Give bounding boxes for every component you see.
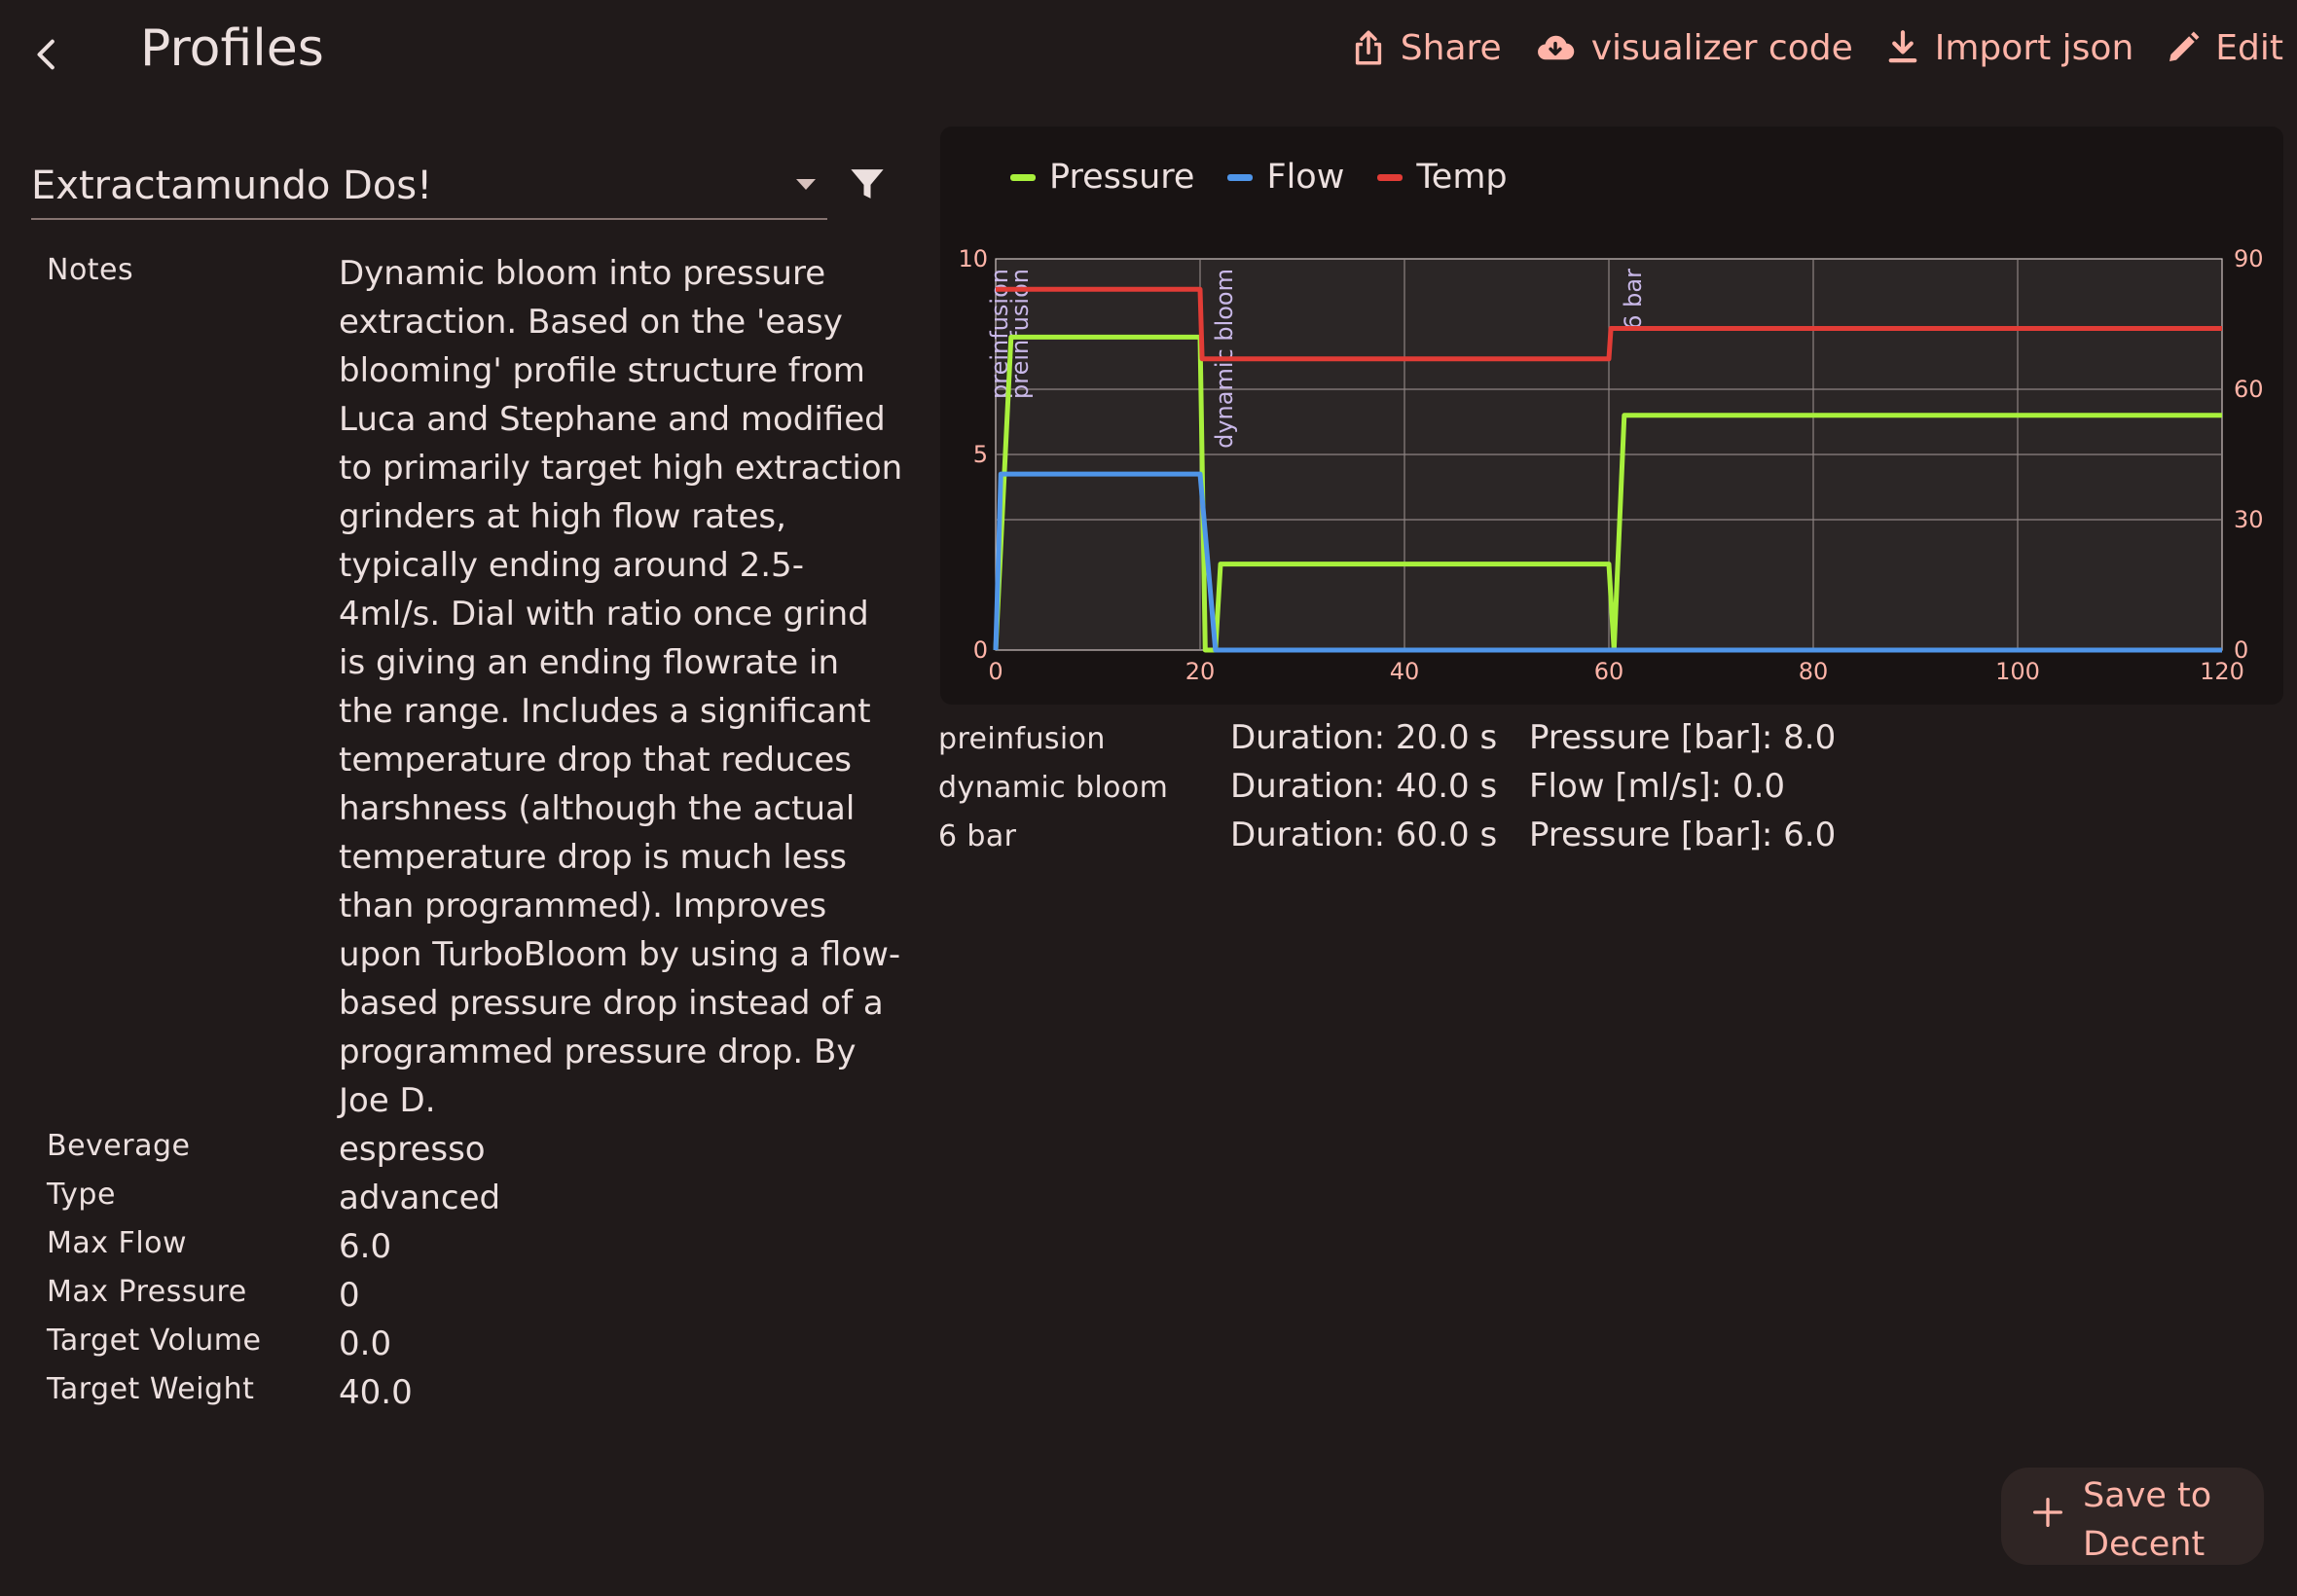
detail-row: Target Volume 0.0 — [47, 1320, 903, 1368]
dropdown-arrow-icon — [796, 179, 816, 190]
x-tick-label: 20 — [1185, 658, 1216, 685]
step-target: Pressure [bar]: 6.0 — [1529, 816, 1837, 854]
x-tick-label: 0 — [988, 658, 1003, 685]
detail-label: Beverage — [47, 1129, 191, 1163]
arrow-back-icon — [37, 39, 55, 70]
detail-label: Max Pressure — [47, 1275, 247, 1309]
visualizer-code-button[interactable]: visualizer code — [1531, 27, 1853, 68]
x-tick-label: 80 — [1799, 658, 1829, 685]
download-icon — [1888, 30, 1917, 63]
detail-value: 0 — [339, 1276, 360, 1315]
notes-value: Dynamic bloom into pressure extraction. … — [339, 254, 903, 1120]
y-right-tick-label: 60 — [2234, 376, 2264, 403]
share-button[interactable]: Share — [1348, 27, 1502, 68]
plus-icon — [2033, 1498, 2062, 1527]
pencil-icon — [2169, 31, 2200, 61]
step-row: dynamic bloom Duration: 40.0 s Flow [ml/… — [938, 767, 2009, 816]
legend-label: Pressure — [1049, 158, 1195, 197]
y-right-tick-label: 0 — [2234, 636, 2248, 664]
share-label: Share — [1400, 27, 1502, 68]
chart-canvas: 0 20 40 60 80 100 12003060900510preinfusionpre… — [958, 245, 2264, 685]
legend-item-pressure: Pressure — [1010, 158, 1194, 197]
back-button[interactable] — [21, 29, 72, 80]
profile-chart: 0 20 40 60 80 100 120 0 30 60 90 0 5 10 preinfusion pre… — [940, 127, 2283, 705]
notes-row: Notes Dynamic bloom into pressure extrac… — [47, 249, 903, 1125]
edit-label: Edit — [2215, 27, 2283, 68]
detail-label: Target Weight — [47, 1372, 255, 1406]
detail-value: espresso — [339, 1130, 486, 1169]
detail-label: Type — [47, 1178, 116, 1212]
y-right-tick-label: 90 — [2234, 245, 2264, 272]
legend-item-flow: Flow — [1227, 158, 1344, 197]
y-left-tick-label: 10 — [958, 245, 988, 272]
filter-icon — [851, 169, 884, 199]
legend-label: Flow — [1266, 158, 1345, 197]
notes-label: Notes — [47, 253, 134, 287]
x-tick-label: 60 — [1594, 658, 1624, 685]
legend-item-temp: Temp — [1377, 158, 1508, 197]
step-target: Pressure [bar]: 8.0 — [1529, 718, 1837, 757]
save-to-decent-button[interactable]: Save to Decent — [2001, 1468, 2264, 1565]
detail-row: Beverage espresso — [47, 1125, 903, 1174]
filter-button[interactable] — [847, 163, 888, 204]
y-left-tick-label: 5 — [973, 441, 988, 468]
x-tick-label: 100 — [1995, 658, 2040, 685]
x-tick-label: 40 — [1390, 658, 1420, 685]
top-app-bar: Profiles Share visualizer code Import js… — [0, 0, 2297, 112]
toolbar-actions: Share visualizer code Import json Edit — [1348, 27, 2283, 68]
profile-dropdown[interactable]: Extractamundo Dos! — [31, 156, 827, 220]
step-target: Flow [ml/s]: 0.0 — [1529, 767, 1786, 806]
detail-row: Max Flow 6.0 — [47, 1222, 903, 1271]
legend-swatch — [1377, 173, 1404, 181]
edit-button[interactable]: Edit — [2163, 27, 2283, 68]
legend-label: Temp — [1416, 158, 1508, 197]
profile-details: Notes Dynamic bloom into pressure extrac… — [47, 249, 903, 1417]
page-title: Profiles — [140, 19, 324, 78]
legend-swatch — [1010, 173, 1036, 181]
import-json-label: Import json — [1934, 27, 2134, 68]
visualizer-code-label: visualizer code — [1590, 27, 1853, 68]
profile-dropdown-value: Extractamundo Dos! — [31, 163, 433, 208]
step-annotation: 6 bar — [1620, 269, 1647, 330]
step-row: preinfusion Duration: 20.0 s Pressure [b… — [938, 718, 2009, 767]
step-duration: Duration: 20.0 s — [1230, 718, 1498, 757]
legend-swatch — [1227, 173, 1254, 181]
step-duration: Duration: 40.0 s — [1230, 767, 1498, 806]
detail-row: Max Pressure 0 — [47, 1271, 903, 1320]
detail-value: 6.0 — [339, 1227, 392, 1266]
step-name: 6 bar — [938, 819, 1017, 853]
detail-value: 40.0 — [339, 1373, 413, 1412]
detail-value: 0.0 — [339, 1324, 392, 1363]
chart-legend: Pressure Flow Temp — [1010, 158, 1508, 197]
cloud-download-icon — [1537, 35, 1574, 60]
step-duration: Duration: 60.0 s — [1230, 816, 1498, 854]
share-icon — [1355, 30, 1381, 65]
y-right-tick-label: 30 — [2234, 506, 2264, 533]
step-name: preinfusion — [938, 722, 1106, 756]
import-json-button[interactable]: Import json — [1882, 27, 2134, 68]
step-row: 6 bar Duration: 60.0 s Pressure [bar]: 6… — [938, 816, 2009, 864]
detail-label: Max Flow — [47, 1226, 188, 1260]
save-to-decent-label: Save to Decent — [2083, 1476, 2212, 1564]
detail-label: Target Volume — [47, 1324, 262, 1358]
detail-row: Target Weight 40.0 — [47, 1368, 903, 1417]
step-name: dynamic bloom — [938, 771, 1169, 805]
y-left-tick-label: 0 — [973, 636, 988, 664]
detail-value: advanced — [339, 1179, 501, 1217]
detail-row: Type advanced — [47, 1174, 903, 1222]
